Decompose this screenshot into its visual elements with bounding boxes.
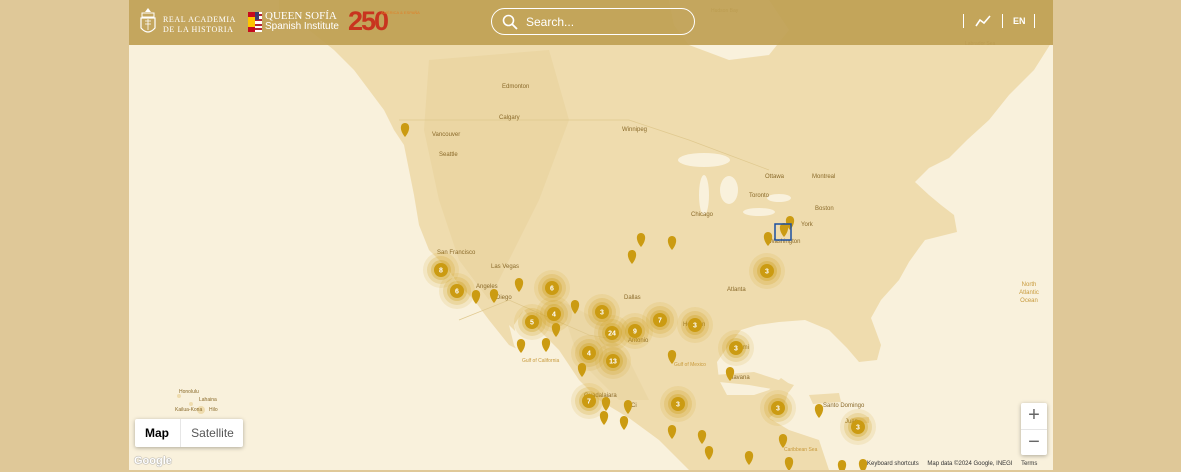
- cluster-marker[interactable]: 3: [749, 253, 785, 289]
- lake-huron: [720, 176, 738, 204]
- place-label: Atlanta: [727, 287, 746, 293]
- place-label: Caribbean Sea: [784, 447, 818, 453]
- place-label: Toronto: [749, 193, 770, 199]
- cluster-marker[interactable]: 3: [718, 330, 754, 366]
- place-label: Hilo: [209, 407, 218, 413]
- divider: [963, 14, 964, 28]
- place-label: Diego: [496, 295, 512, 301]
- lake-michigan: [699, 175, 709, 215]
- hawaii-island: [189, 402, 193, 406]
- cluster-count: 3: [600, 310, 604, 317]
- rah-logo-text[interactable]: REAL ACADEMIA DE LA HISTORIA: [163, 15, 236, 35]
- map-canvas[interactable]: Edmonton Calgary Winnipeg Vancouver Seattle O…: [129, 0, 1053, 470]
- spain-usa-flag-icon: [248, 12, 262, 32]
- cluster-marker[interactable]: 3: [840, 409, 876, 445]
- cluster-count: 3: [693, 323, 697, 330]
- terms-link[interactable]: Terms: [1021, 461, 1037, 467]
- cluster-count: 3: [676, 402, 680, 409]
- map-attribution: Keyboard shortcuts Map data ©2024 Google…: [867, 461, 1044, 467]
- map-data-text: Map data ©2024 Google, INEGI: [927, 461, 1013, 467]
- place-label: Seattle: [439, 152, 458, 158]
- lake-superior: [678, 153, 730, 167]
- top-bar: REAL ACADEMIA DE LA HISTORIA QUEEN SOFÍA…: [129, 0, 1053, 45]
- search-icon: [502, 14, 518, 30]
- place-label: Calgary: [499, 115, 520, 121]
- cluster-marker[interactable]: 3: [677, 307, 713, 343]
- cluster-marker[interactable]: 13: [595, 343, 631, 379]
- cluster-count: 6: [550, 286, 554, 293]
- cluster-count: 5: [530, 320, 534, 327]
- location-pin-icon[interactable]: [541, 338, 551, 352]
- cluster-count: 24: [608, 331, 616, 338]
- cluster-count: 7: [587, 399, 591, 406]
- map-type-control: Map Satellite: [135, 419, 243, 447]
- cluster-count: 3: [765, 269, 769, 276]
- google-logo[interactable]: Google: [134, 455, 172, 467]
- location-pin-icon[interactable]: [599, 411, 609, 425]
- place-label: Winnipeg: [622, 127, 647, 133]
- place-label: Las Vegas: [491, 264, 519, 270]
- map-type-map-button[interactable]: Map: [135, 419, 179, 447]
- place-label: Gulf of Mexico: [674, 362, 706, 368]
- cluster-count: 9: [633, 329, 637, 336]
- place-label: Boston: [815, 206, 834, 212]
- place-label: Gulf of California: [522, 358, 559, 364]
- lake-erie: [743, 208, 775, 216]
- zoom-control: + −: [1021, 403, 1047, 455]
- place-label: Honolulu: [179, 389, 199, 395]
- cluster-count: 4: [552, 312, 556, 319]
- cluster-marker[interactable]: 6: [439, 273, 475, 309]
- location-pin-icon[interactable]: [814, 404, 824, 418]
- place-label: Montreal: [812, 174, 835, 180]
- location-pin-icon[interactable]: [858, 459, 868, 470]
- place-label: Kailua-Kona: [175, 407, 202, 413]
- trend-chart-icon[interactable]: [975, 14, 991, 28]
- place-label: Chicago: [691, 212, 714, 218]
- language-switch[interactable]: EN: [1013, 16, 1026, 26]
- place-label: Lahaina: [199, 397, 217, 403]
- cluster-count: 3: [776, 406, 780, 413]
- place-label: Edmonton: [502, 84, 529, 90]
- place-label: Santo Domingo: [823, 403, 865, 409]
- cluster-count: 6: [455, 289, 459, 296]
- cluster-count: 13: [609, 359, 617, 366]
- place-label: Dallas: [624, 295, 641, 301]
- divider: [1034, 14, 1035, 28]
- divider: [1002, 14, 1003, 28]
- lake-ontario: [767, 194, 791, 202]
- map-type-satellite-button[interactable]: Satellite: [180, 419, 244, 447]
- cluster-marker[interactable]: 3: [660, 386, 696, 422]
- cluster-count: 8: [439, 268, 443, 275]
- search-input[interactable]: Search...: [526, 15, 574, 29]
- location-pin-icon[interactable]: [837, 460, 847, 470]
- search-box[interactable]: Search...: [491, 8, 695, 35]
- cluster-count: 4: [587, 351, 591, 358]
- cluster-marker[interactable]: 7: [642, 302, 678, 338]
- place-label: Vancouver: [432, 132, 460, 138]
- location-pin-icon[interactable]: [619, 416, 629, 430]
- cluster-marker[interactable]: 3: [760, 390, 796, 426]
- rah-crest-icon[interactable]: [137, 6, 159, 38]
- place-label: Ottawa: [765, 174, 785, 180]
- cluster-count: 3: [856, 425, 860, 432]
- cuba: [714, 372, 794, 392]
- anniversary-caption: AMÉRICA & ESPAÑA: [381, 10, 420, 15]
- zoom-in-button[interactable]: +: [1021, 403, 1047, 429]
- map-area[interactable]: Edmonton Calgary Winnipeg Vancouver Seattle O…: [129, 0, 1053, 470]
- cluster-marker[interactable]: 5: [514, 304, 550, 340]
- place-label: York: [801, 222, 814, 228]
- cluster-count: 3: [734, 346, 738, 353]
- place-label: North Atlantic Ocean: [1019, 282, 1039, 304]
- cluster-count: 7: [658, 318, 662, 325]
- keyboard-shortcuts-link[interactable]: Keyboard shortcuts: [867, 461, 919, 467]
- zoom-out-button[interactable]: −: [1021, 429, 1047, 456]
- queen-sofia-subtitle[interactable]: Spanish Institute: [265, 22, 339, 32]
